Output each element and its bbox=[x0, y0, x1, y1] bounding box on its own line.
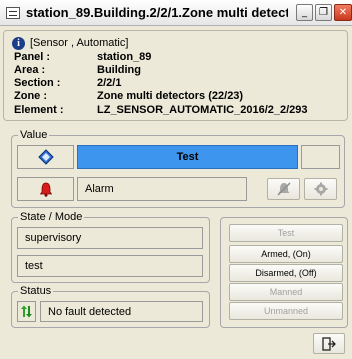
alarm-reset-button[interactable] bbox=[304, 178, 337, 200]
exit-door-icon bbox=[322, 336, 336, 351]
info-row-panel: Panel : station_89 bbox=[14, 51, 151, 63]
info-value: station_89 bbox=[97, 51, 152, 63]
element-info-panel: i [Sensor , Automatic] Panel : station_89… bbox=[3, 30, 348, 121]
test-button[interactable]: Test bbox=[229, 224, 343, 242]
status-icon-cell bbox=[17, 301, 36, 322]
unmanned-button[interactable]: Unmanned bbox=[229, 302, 343, 320]
info-row-zone: Zone : Zone multi detectors (22/23) bbox=[14, 90, 243, 102]
info-value: Zone multi detectors (22/23) bbox=[97, 90, 244, 102]
info-key: Area : bbox=[14, 64, 46, 76]
disarmed-off-button[interactable]: Disarmed, (Off) bbox=[229, 264, 343, 282]
test-diamond-icon bbox=[37, 149, 54, 165]
window-menu-icon[interactable] bbox=[6, 6, 20, 19]
test-value-bar: Test bbox=[77, 145, 298, 169]
info-value: 2/2/1 bbox=[97, 77, 122, 89]
status-arrows-icon bbox=[21, 305, 32, 318]
state-mode-group: State / Mode supervisory test bbox=[11, 211, 210, 283]
title-bar[interactable]: station_89.Building.2/2/1.Zone multi det… bbox=[0, 0, 352, 26]
reset-gear-icon bbox=[314, 182, 327, 196]
alarm-off-icon bbox=[276, 182, 291, 196]
minimize-button[interactable]: _ bbox=[296, 4, 313, 21]
info-icon: i bbox=[12, 37, 25, 50]
info-key: Element : bbox=[14, 104, 64, 116]
maximize-button[interactable]: ❐ bbox=[315, 4, 332, 21]
info-key: Panel : bbox=[14, 51, 51, 63]
mode-field: test bbox=[17, 255, 203, 277]
exit-button[interactable] bbox=[313, 333, 345, 354]
manned-button[interactable]: Manned bbox=[229, 283, 343, 301]
info-value: Building bbox=[97, 64, 141, 76]
state-mode-legend: State / Mode bbox=[18, 211, 85, 223]
alarm-icon-cell bbox=[17, 177, 74, 201]
alarm-value-field: Alarm bbox=[77, 177, 247, 201]
element-type-header: [Sensor , Automatic] bbox=[30, 37, 129, 49]
status-legend: Status bbox=[18, 285, 54, 297]
value-legend: Value bbox=[18, 129, 50, 141]
info-row-area: Area : Building bbox=[14, 64, 141, 76]
armed-on-button[interactable]: Armed, (On) bbox=[229, 245, 343, 263]
info-key: Section : bbox=[14, 77, 61, 89]
alarm-bell-icon bbox=[39, 182, 52, 197]
info-value: LZ_SENSOR_AUTOMATIC_2016/2_2/293 bbox=[97, 104, 308, 116]
window-title: station_89.Building.2/2/1.Zone multi det… bbox=[26, 5, 288, 20]
info-key: Zone : bbox=[14, 90, 47, 102]
status-group: Status No fault detected bbox=[11, 285, 210, 328]
test-extra-cell bbox=[301, 145, 340, 169]
test-icon-cell bbox=[17, 145, 74, 169]
actions-group: Test Armed, (On) Disarmed, (Off) Manned … bbox=[220, 217, 348, 328]
state-field: supervisory bbox=[17, 227, 203, 249]
close-button[interactable]: ✕ bbox=[334, 4, 352, 21]
alarm-acknowledge-button[interactable] bbox=[267, 178, 300, 200]
info-row-element: Element : LZ_SENSOR_AUTOMATIC_2016/2_2/29… bbox=[14, 104, 308, 116]
status-field: No fault detected bbox=[40, 301, 203, 322]
info-row-section: Section : 2/2/1 bbox=[14, 77, 121, 89]
value-group: Value Test Alarm bbox=[11, 129, 345, 208]
